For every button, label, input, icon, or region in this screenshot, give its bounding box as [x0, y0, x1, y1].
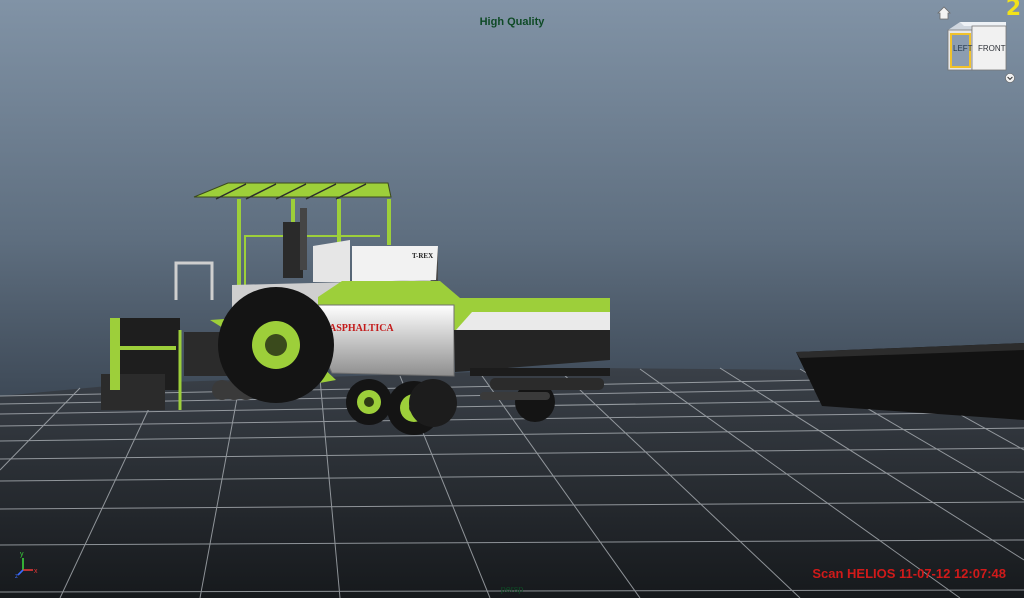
viewcube-icon[interactable]: LEFT FRONT [946, 20, 1008, 78]
axis-y-label: y [20, 551, 24, 558]
camera-name-label: persp [500, 584, 524, 594]
scene-canvas[interactable]: T-REX ASPHALTICA [0, 0, 1024, 598]
axis-z-label: z [15, 574, 18, 578]
axis-gizmo-icon: y x z [15, 551, 38, 578]
viewcube-left-label: LEFT [953, 44, 973, 53]
hopper-side-label: ASPHALTICA [329, 323, 394, 334]
hopper-brand-label: T-REX [412, 252, 433, 260]
scan-timestamp: Scan HELIOS 11-07-12 12:07:48 [812, 566, 1006, 581]
viewcube-front-label: FRONT [978, 44, 1006, 53]
display-quality-label: High Quality [479, 16, 545, 28]
axis-x-label: x [34, 568, 38, 575]
chevron-down-icon[interactable] [1005, 73, 1015, 83]
home-icon[interactable] [937, 6, 951, 20]
layer-number: 2 [1005, 0, 1021, 21]
maya-viewport[interactable]: T-REX ASPHALTICA High Quality 2 LEFT FRO… [0, 0, 1024, 598]
